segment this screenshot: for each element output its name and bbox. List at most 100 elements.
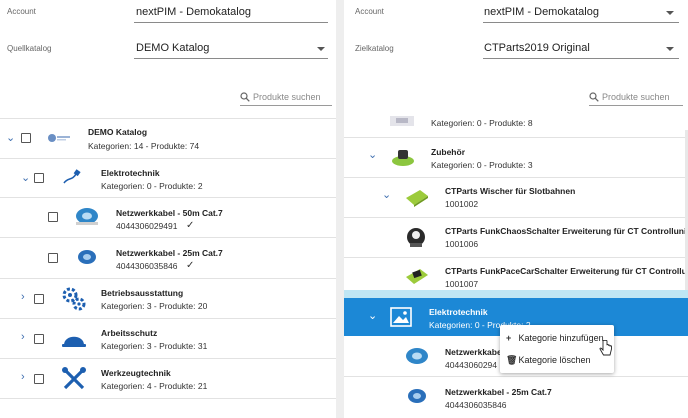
chevron-right-icon[interactable]: › [21,292,25,303]
account-underline [483,22,679,23]
row-subtitle: 4044306035846 [116,261,178,271]
row-title: Werkzeugtechnik [101,368,171,378]
divider [344,290,688,298]
tree-checkbox[interactable] [34,294,44,304]
product-search[interactable] [589,90,687,106]
chevron-down-icon[interactable]: ⌄ [368,150,377,161]
cable-reel-icon [408,389,426,403]
source-catalog-select[interactable]: Quellkatalog DEMO Katalog [0,36,336,60]
chevron-right-icon[interactable]: › [21,332,25,343]
source-catalog-value[interactable]: DEMO Katalog [136,42,209,54]
tree-checkbox[interactable] [21,133,31,143]
divider [0,237,336,238]
account-label: Account [355,7,384,16]
gears-icon [62,287,86,311]
row-subtitle: Kategorien: 3 - Produkte: 31 [101,341,208,351]
accessory-thumbnail-icon [392,150,414,166]
row-title: Arbeitsschutz [101,328,158,338]
context-menu: + Kategorie hinzufügen 🗑 Kategorie lösch… [500,325,614,373]
tree-checkbox[interactable] [34,374,44,384]
search-icon [240,92,250,102]
row-title: CTParts FunkPaceCarSchalter Erweiterung … [445,266,688,276]
divider [0,158,336,159]
divider [0,318,336,319]
chevron-down-icon[interactable] [666,11,674,15]
cable-reel-icon [76,208,98,225]
target-catalog-value[interactable]: CTParts2019 Original [484,42,590,54]
image-placeholder-icon [390,307,412,327]
row-title: Netzwerkkabel - 25m Cat.7 [116,248,223,258]
row-title: CTParts Wischer für Slotbahnen [445,186,576,196]
chevron-right-icon[interactable]: › [21,372,25,383]
check-icon: ✓ [186,260,195,271]
row-title: Betriebsausstattung [101,288,184,298]
source-catalog-label: Quellkatalog [7,44,52,53]
target-catalog-select[interactable]: Zielkatalog CTParts2019 Original [344,36,688,60]
account-select[interactable]: Account nextPIM - Demokatalog [0,0,336,24]
tools-icon [62,367,86,390]
search-input[interactable] [602,90,687,104]
chevron-down-icon[interactable]: ⌄ [6,133,15,144]
chevron-down-icon[interactable] [317,47,325,51]
tree-checkbox[interactable] [48,253,58,263]
divider [344,257,688,258]
target-catalog-pane: Account nextPIM - Demokatalog Zielkatalo… [344,0,688,418]
chevron-down-icon[interactable]: ⌄ [382,190,391,201]
row-subtitle: 1001002 [445,199,479,209]
row-subtitle: Kategorien: 4 - Produkte: 21 [101,381,208,391]
row-subtitle: Kategorien: 0 - Produkte: 8 [431,118,533,128]
product-search[interactable] [240,90,336,106]
row-title: CTParts FunkChaosSchalter Erweiterung fü… [445,226,688,236]
divider [344,177,688,178]
tree-checkbox[interactable] [34,334,44,344]
check-icon: ✓ [186,220,195,231]
add-category-menu-item[interactable]: + Kategorie hinzufügen [506,333,604,343]
row-subtitle: 1001006 [445,239,479,249]
divider [344,376,688,377]
target-catalog-underline [483,58,679,59]
product-thumbnail-icon [390,116,414,126]
chevron-down-icon[interactable]: ⌄ [21,173,30,184]
cable-reel-icon [406,348,428,364]
chevron-down-icon[interactable]: ⌄ [368,311,377,322]
divider [0,398,336,399]
pane-divider [336,0,344,418]
row-title: Zubehör [431,147,465,157]
row-title: Elektrotechnik [101,168,160,178]
cable-reel-icon [78,250,96,264]
plus-icon: + [506,333,512,343]
account-underline [134,22,328,23]
source-catalog-underline [134,58,328,59]
delete-category-menu-item[interactable]: 🗑 Kategorie löschen [506,355,591,366]
account-value[interactable]: nextPIM - Demokatalog [136,6,251,18]
divider [0,278,336,279]
row-subtitle: 4044306029491 [116,221,178,231]
row-title: Netzwerkkabel - 50m Cat.7 [116,208,223,218]
account-select[interactable]: Account nextPIM - Demokatalog [344,0,688,24]
hand-cursor-icon [599,340,612,356]
row-subtitle: Kategorien: 0 - Produkte: 2 [101,181,203,191]
search-icon [589,92,599,102]
search-input[interactable] [253,90,336,104]
divider [344,137,688,138]
account-value[interactable]: nextPIM - Demokatalog [484,6,599,18]
row-title: Netzwerkkabel - 25m Cat.7 [445,387,552,397]
chevron-down-icon[interactable] [666,47,674,51]
row-subtitle: Kategorien: 14 - Produkte: 74 [88,141,200,151]
add-category-label: Kategorie hinzufügen [518,333,604,343]
divider [344,217,688,218]
row-subtitle: Kategorien: 0 - Produkte: 3 [431,160,533,170]
tree-checkbox[interactable] [34,173,44,183]
helmet-icon [62,336,86,347]
row-subtitle: Kategorien: 3 - Produkte: 20 [101,301,208,311]
trash-icon: 🗑 [506,355,518,365]
product-thumbnail-icon [407,228,425,247]
row-title: Elektrotechnik [429,307,488,317]
divider [0,197,336,198]
divider [0,118,336,119]
tree-checkbox[interactable] [48,212,58,222]
delete-category-label: Kategorie löschen [518,355,591,365]
account-label: Account [7,7,36,16]
row-subtitle: 40443060294 [445,360,498,370]
product-thumbnail-icon [406,190,428,207]
